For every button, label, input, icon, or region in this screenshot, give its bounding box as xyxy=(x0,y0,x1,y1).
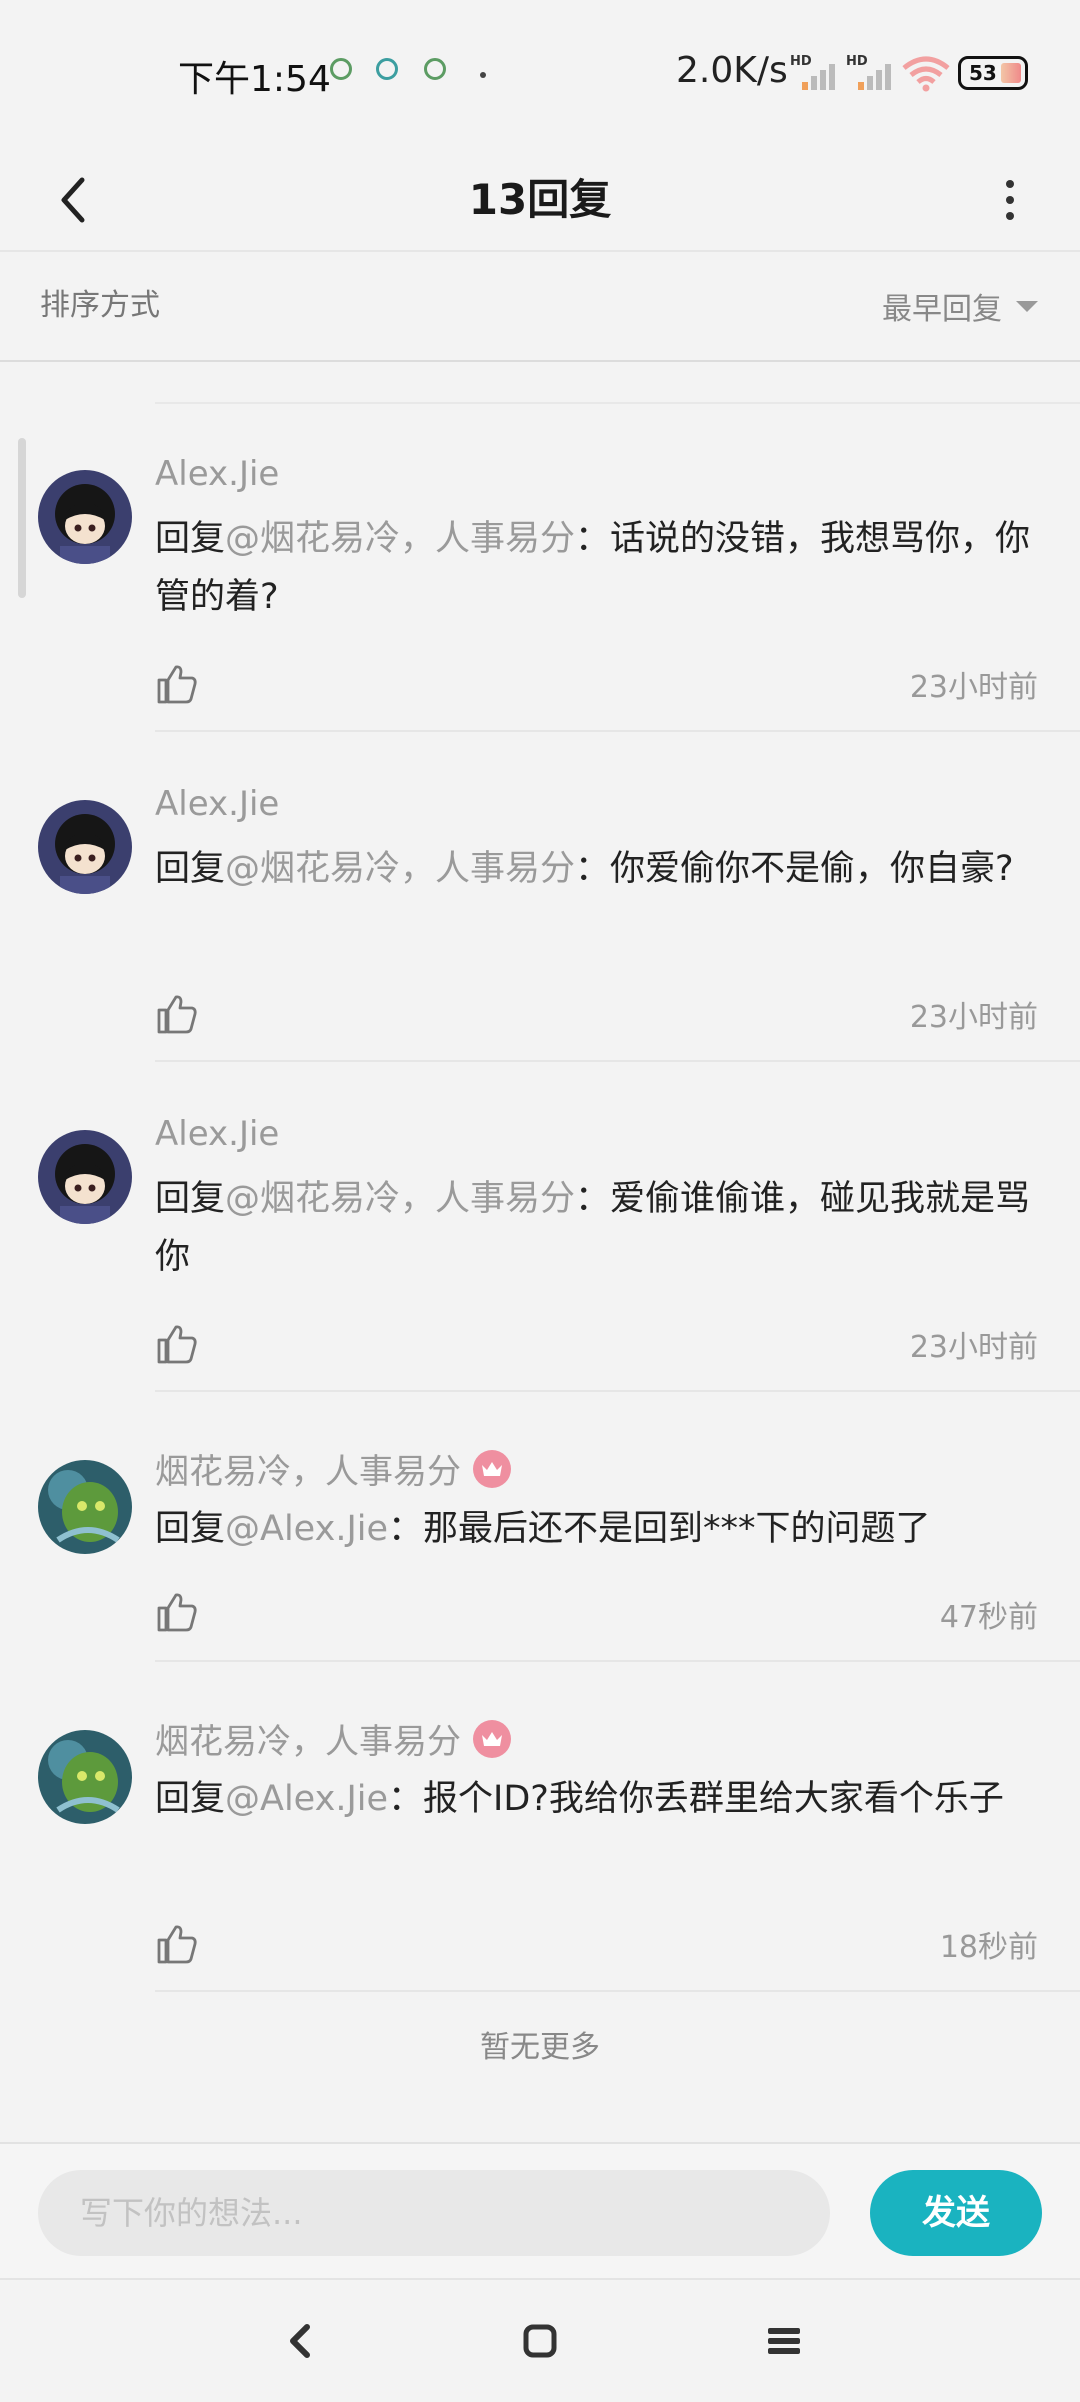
like-button[interactable] xyxy=(155,992,199,1036)
reply-item[interactable]: Alex.Jie 回复@烟花易冷，人事易分：话说的没错，我想骂你，你管的着? 2… xyxy=(0,402,1080,732)
nav-menu-icon xyxy=(768,2328,800,2354)
crown-icon xyxy=(482,1731,502,1746)
more-vertical-icon xyxy=(1006,180,1014,188)
status-time: 下午1:54 xyxy=(178,59,331,100)
mention-link[interactable]: @烟花易冷，人事易分 xyxy=(225,849,575,889)
mention-link[interactable]: @Alex.Jie xyxy=(225,1779,388,1819)
like-button[interactable] xyxy=(155,1322,199,1366)
mention-link[interactable]: @Alex.Jie xyxy=(225,1509,388,1549)
reply-timestamp: 47秒前 xyxy=(939,1600,1038,1635)
no-more-label: 暂无更多 xyxy=(480,2030,600,2065)
more-notifications-dot xyxy=(480,72,486,78)
reply-timestamp: 23小时前 xyxy=(909,1000,1038,1035)
thumbs-up-icon xyxy=(157,1593,197,1632)
more-options-button[interactable] xyxy=(980,150,1040,250)
reply-username[interactable]: Alex.Jie xyxy=(155,784,279,824)
send-button[interactable]: 发送 xyxy=(870,2170,1042,2256)
avatar[interactable] xyxy=(38,1130,132,1224)
nav-back-button[interactable] xyxy=(240,2280,360,2402)
sort-bar: 排序方式 最早回复 xyxy=(0,252,1080,362)
battery-icon: 53 xyxy=(958,56,1028,90)
reply-content: 回复@Alex.Jie：那最后还不是回到***下的问题了 xyxy=(155,1509,931,1549)
reply-username[interactable]: Alex.Jie xyxy=(155,1114,279,1154)
reply-content: 回复@Alex.Jie：报个ID?我给你丢群里给大家看个乐子 xyxy=(155,1779,1004,1819)
reply-item[interactable]: Alex.Jie 回复@烟花易冷，人事易分：爱偷谁偷谁，碰见我就是骂你 23小时… xyxy=(0,1062,1080,1392)
thumbs-up-icon xyxy=(157,995,197,1034)
reply-list[interactable]: Alex.Jie 回复@烟花易冷，人事易分：话说的没错，我想骂你，你管的着? 2… xyxy=(0,362,1080,2142)
vip-badge xyxy=(473,1449,511,1488)
reply-timestamp: 23小时前 xyxy=(909,1330,1038,1365)
mention-link[interactable]: @烟花易冷，人事易分 xyxy=(225,1179,575,1219)
reply-username[interactable]: Alex.Jie xyxy=(155,454,279,494)
dropdown-triangle-icon xyxy=(1016,300,1038,312)
avatar[interactable] xyxy=(38,800,132,894)
system-nav-bar xyxy=(0,2278,1080,2402)
reply-item[interactable]: Alex.Jie 回复@烟花易冷，人事易分：你爱偷你不是偷，你自豪? 23小时前 xyxy=(0,732,1080,1062)
thumbs-up-icon xyxy=(157,665,197,704)
notification-app-icon xyxy=(424,58,446,80)
previous-reply-fragment xyxy=(155,362,1080,404)
thumbs-up-icon xyxy=(157,1325,197,1364)
like-button[interactable] xyxy=(155,1590,199,1634)
sort-label: 排序方式 xyxy=(40,288,160,323)
reply-username[interactable]: 烟花易冷，人事易分 xyxy=(155,1444,511,1493)
reply-timestamp: 23小时前 xyxy=(909,670,1038,705)
avatar[interactable] xyxy=(38,470,132,564)
reply-content: 回复@烟花易冷，人事易分：你爱偷你不是偷，你自豪? xyxy=(155,849,1014,889)
signal-icon: HD xyxy=(846,54,892,90)
wifi-icon xyxy=(902,56,950,92)
page-title: 13回复 xyxy=(468,175,612,224)
reply-input-bar: 发送 xyxy=(0,2142,1080,2280)
status-bar: 下午1:54 2.0K/s HD HD 53 xyxy=(0,0,1080,150)
sort-selected-value: 最早回复 xyxy=(882,292,1002,327)
reply-item[interactable]: 烟花易冷，人事易分 回复@Alex.Jie：那最后还不是回到***下的问题了 4… xyxy=(0,1392,1080,1662)
thumbs-up-icon xyxy=(157,1925,197,1964)
avatar[interactable] xyxy=(38,1730,132,1824)
notification-app-icon xyxy=(376,58,398,80)
nav-home-icon xyxy=(523,2324,557,2358)
divider xyxy=(155,1990,1080,1992)
avatar[interactable] xyxy=(38,1460,132,1554)
like-button[interactable] xyxy=(155,1922,199,1966)
vip-badge xyxy=(473,1719,511,1758)
top-app-bar: 13回复 xyxy=(0,150,1080,252)
sort-dropdown[interactable]: 最早回复 xyxy=(882,252,1038,360)
reply-item[interactable]: 烟花易冷，人事易分 回复@Alex.Jie：报个ID?我给你丢群里给大家看个乐子… xyxy=(0,1662,1080,1992)
reply-timestamp: 18秒前 xyxy=(939,1930,1038,1965)
network-speed: 2.0K/s xyxy=(676,50,788,91)
nav-back-icon xyxy=(290,2324,310,2358)
reply-input[interactable] xyxy=(38,2170,830,2256)
nav-home-button[interactable] xyxy=(480,2280,600,2402)
crown-icon xyxy=(482,1461,502,1476)
mention-link[interactable]: @烟花易冷，人事易分 xyxy=(225,519,575,559)
signal-icon: HD xyxy=(790,54,836,90)
notification-app-icon xyxy=(330,58,352,80)
reply-content: 回复@烟花易冷，人事易分：话说的没错，我想骂你，你管的着? xyxy=(155,519,1031,617)
reply-username[interactable]: 烟花易冷，人事易分 xyxy=(155,1714,511,1763)
reply-content: 回复@烟花易冷，人事易分：爱偷谁偷谁，碰见我就是骂你 xyxy=(155,1179,1031,1277)
like-button[interactable] xyxy=(155,662,199,706)
nav-menu-button[interactable] xyxy=(724,2280,844,2402)
